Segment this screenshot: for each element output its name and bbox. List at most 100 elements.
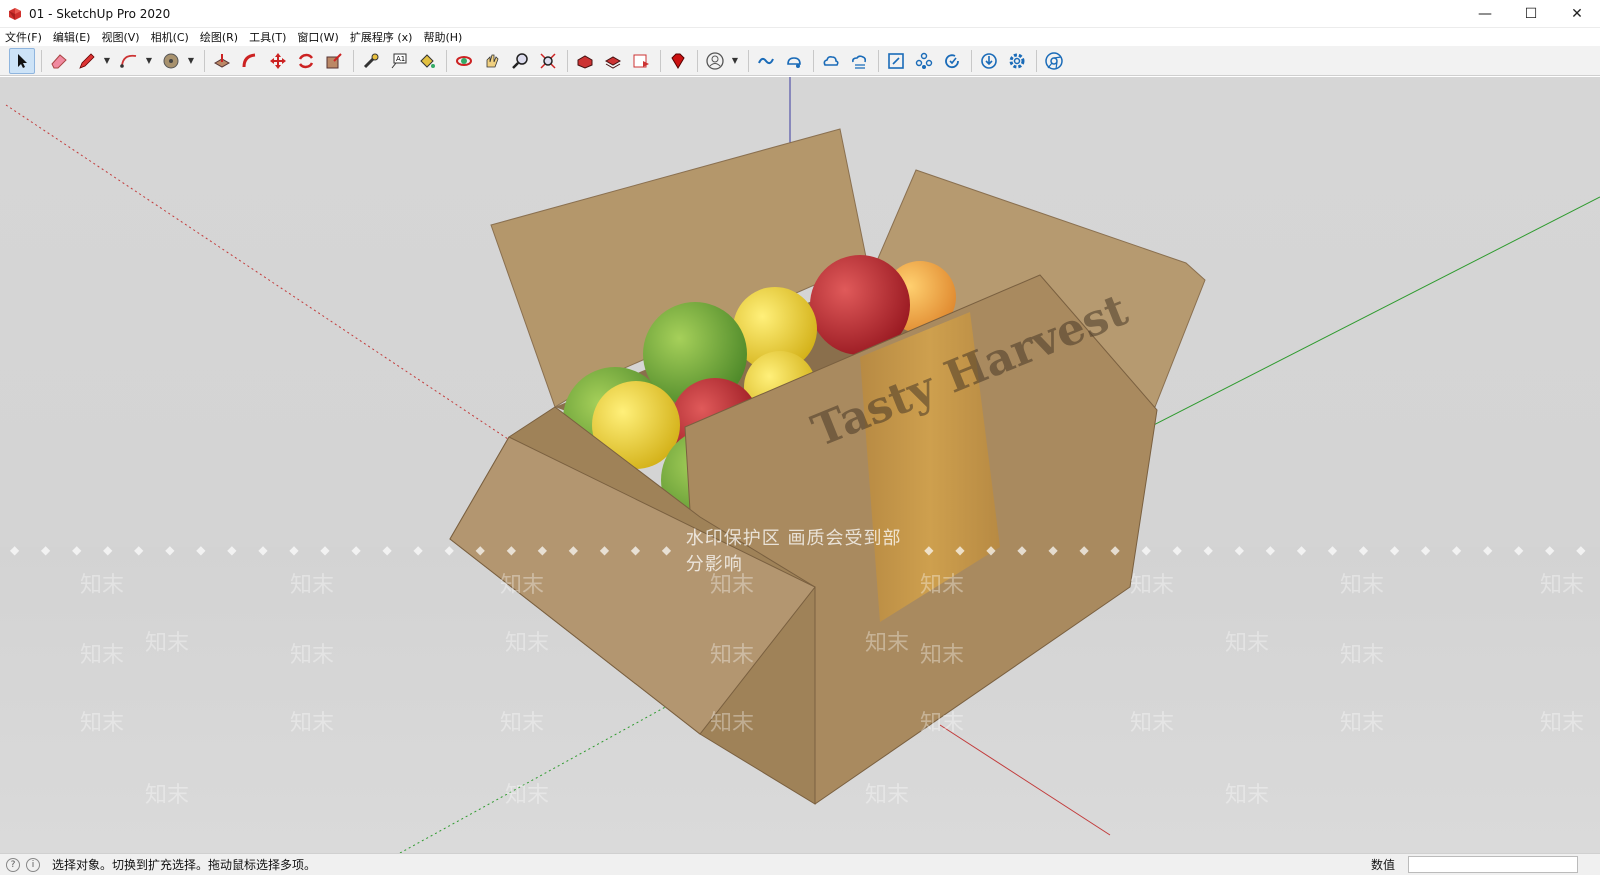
pencil-dropdown-icon[interactable]: ▼ — [102, 48, 112, 74]
trimble-connect-icon[interactable] — [753, 48, 779, 74]
extension-warehouse-icon[interactable] — [600, 48, 626, 74]
watermark-text: 知末 — [920, 643, 965, 668]
toolbar-separator — [446, 49, 447, 72]
arc-icon[interactable] — [116, 48, 142, 74]
zoom-extents-icon[interactable] — [535, 48, 561, 74]
cloud-sync-icon[interactable] — [846, 48, 872, 74]
watermark-text: 知末 — [500, 573, 545, 598]
toolbar-separator — [878, 49, 879, 72]
components-icon[interactable] — [911, 48, 937, 74]
menu-file[interactable]: 文件(F) — [5, 29, 42, 45]
toolbar-separator — [353, 49, 354, 72]
watermark-text: 知末 — [505, 631, 550, 656]
status-bar: ? i 选择对象。切换到扩充选择。拖动鼠标选择多项。 数值 — [0, 853, 1600, 875]
toolbar-separator — [1036, 49, 1037, 72]
info-icon[interactable]: i — [26, 857, 40, 872]
zoom-icon[interactable] — [507, 48, 533, 74]
watermark-text: 知末 — [920, 573, 965, 598]
cloud-upload-icon[interactable] — [818, 48, 844, 74]
watermark-text: 知末 — [865, 783, 910, 808]
maximize-button[interactable]: ☐ — [1508, 0, 1554, 28]
menu-window[interactable]: 窗口(W) — [297, 29, 338, 45]
watermark-text: 知末 — [865, 631, 910, 656]
menu-extensions[interactable]: 扩展程序 (x) — [350, 29, 413, 45]
red-axis-dotted — [5, 104, 509, 440]
toolbar-separator — [813, 49, 814, 72]
sketchup-logo-icon — [7, 6, 23, 22]
watermark-text: 知末 — [920, 711, 965, 736]
modeling-viewport[interactable]: Tasty Harvest 知末 知末 知末 知末 知末 知末 知末 知末 知末… — [0, 77, 1600, 853]
fit-view-icon[interactable] — [883, 48, 909, 74]
watermark-text: 知末 — [500, 711, 545, 736]
warehouse-icon[interactable] — [572, 48, 598, 74]
push-pull-icon[interactable] — [209, 48, 235, 74]
tape-circle-icon[interactable] — [158, 48, 184, 74]
measurements-input[interactable] — [1408, 856, 1578, 873]
watermark-dots-left: ◆ ◆ ◆ ◆ ◆ ◆ ◆ ◆ ◆ ◆ ◆ ◆ ◆ ◆ ◆ ◆ ◆ ◆ ◆ ◆ … — [10, 543, 676, 557]
watermark-text: 知末 — [710, 643, 755, 668]
text-icon[interactable]: A1 — [386, 48, 412, 74]
watermark-text: 知末 — [1130, 573, 1175, 598]
close-button[interactable]: ✕ — [1554, 0, 1600, 28]
shape-dropdown-icon[interactable]: ▼ — [186, 48, 196, 74]
ruby-icon[interactable] — [665, 48, 691, 74]
watermark-text: 知末 — [80, 711, 125, 736]
select-icon[interactable] — [9, 47, 35, 74]
watermark-dots-right: ◆ ◆ ◆ ◆ ◆ ◆ ◆ ◆ ◆ ◆ ◆ ◆ ◆ ◆ ◆ ◆ ◆ ◆ ◆ ◆ … — [924, 543, 1591, 557]
paint-bucket-icon[interactable] — [414, 48, 440, 74]
watermark-text: 知末 — [1225, 783, 1270, 808]
move-icon[interactable] — [265, 48, 291, 74]
tape-measure-icon[interactable] — [358, 48, 384, 74]
watermark-text: 知末 — [290, 643, 335, 668]
watermark-banner: ◆ ◆ ◆ ◆ ◆ ◆ ◆ ◆ ◆ ◆ ◆ ◆ ◆ ◆ ◆ ◆ ◆ ◆ ◆ ◆ … — [0, 528, 1600, 575]
settings-icon[interactable] — [1004, 48, 1030, 74]
geolocation-icon[interactable]: ? — [6, 857, 20, 872]
profile-dropdown-icon[interactable]: ▼ — [730, 48, 740, 74]
minimize-button[interactable]: — — [1462, 0, 1508, 28]
watermark-text: 知末 — [710, 711, 755, 736]
watermark-text: 知末 — [290, 711, 335, 736]
download-icon[interactable] — [976, 48, 1002, 74]
orbit-icon[interactable] — [451, 48, 477, 74]
toolbar-separator — [748, 49, 749, 72]
menu-camera[interactable]: 相机(C) — [151, 29, 189, 45]
chrome-icon[interactable] — [1041, 48, 1067, 74]
menu-edit[interactable]: 编辑(E) — [53, 29, 91, 45]
watermark-text: 知末 — [1540, 711, 1585, 736]
watermark-text: 知末 — [1540, 573, 1585, 598]
watermark-text: 知末 — [505, 783, 550, 808]
toolbar-separator — [567, 49, 568, 72]
window-title: 01 - SketchUp Pro 2020 — [29, 6, 171, 21]
toolbar-separator — [697, 49, 698, 72]
layout-icon[interactable] — [628, 48, 654, 74]
watermark-text: 知末 — [80, 573, 125, 598]
connect-share-icon[interactable] — [781, 48, 807, 74]
scale-icon[interactable] — [321, 48, 347, 74]
follow-me-icon[interactable] — [237, 48, 263, 74]
watermark-text: 知末 — [1130, 711, 1175, 736]
pan-icon[interactable] — [479, 48, 505, 74]
menu-view[interactable]: 视图(V) — [101, 29, 139, 45]
profile-icon[interactable] — [702, 48, 728, 74]
menu-draw[interactable]: 绘图(R) — [200, 29, 238, 45]
toolbar: ▼ ▼ ▼ A1 ▼ — [0, 46, 1600, 76]
toolbar-separator — [41, 49, 42, 72]
menu-bar: 文件(F) 编辑(E) 视图(V) 相机(C) 绘图(R) 工具(T) 窗口(W… — [0, 28, 1600, 46]
rotate-icon[interactable] — [293, 48, 319, 74]
pencil-line-icon[interactable] — [74, 48, 100, 74]
measurements-label: 数值 — [1370, 858, 1395, 872]
watermark-text: 知末 — [1340, 643, 1385, 668]
svg-text:A1: A1 — [396, 55, 405, 63]
menu-tools[interactable]: 工具(T) — [249, 29, 286, 45]
eraser-icon[interactable] — [46, 48, 72, 74]
watermark-text: 知末 — [145, 631, 190, 656]
green-axis — [1139, 196, 1600, 433]
watermark-text: 知末 — [1340, 711, 1385, 736]
refresh-icon[interactable] — [939, 48, 965, 74]
toolbar-separator — [660, 49, 661, 72]
watermark-text: 知末 — [145, 783, 190, 808]
arc-dropdown-icon[interactable]: ▼ — [144, 48, 154, 74]
toolbar-separator — [971, 49, 972, 72]
menu-help[interactable]: 帮助(H) — [423, 29, 462, 45]
watermark-text: 知末 — [1225, 631, 1270, 656]
